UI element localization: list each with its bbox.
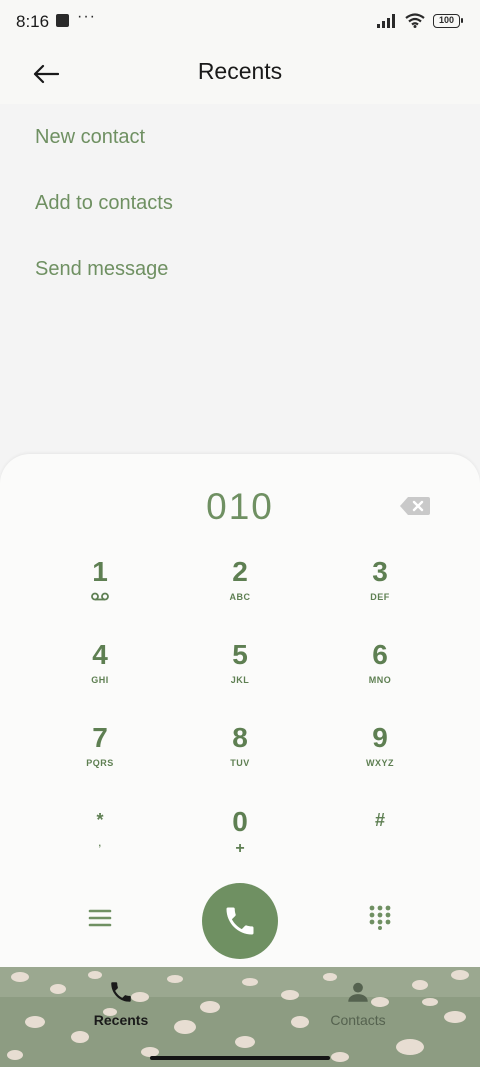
key-8[interactable]: 8 TUV <box>180 722 300 798</box>
key-3[interactable]: 3 DEF <box>320 556 440 632</box>
menu-button[interactable] <box>86 906 114 930</box>
key-0[interactable]: 0 + <box>180 806 300 882</box>
key-5[interactable]: 5 JKL <box>180 639 300 715</box>
send-message-link[interactable]: Send message <box>0 236 480 302</box>
app-header: Recents <box>0 44 480 104</box>
tab-contacts[interactable]: Contacts <box>298 979 418 1028</box>
bottom-navigation: Recents Contacts <box>0 967 480 1067</box>
status-time: 8:16 <box>16 12 50 31</box>
key-6[interactable]: 6 MNO <box>320 639 440 715</box>
backspace-icon <box>400 497 430 515</box>
key-9[interactable]: 9 WXYZ <box>320 722 440 798</box>
key-digit: 3 <box>372 556 388 587</box>
key-4[interactable]: 4 GHI <box>40 639 160 715</box>
phone-icon <box>111 982 131 1002</box>
notification-icon <box>56 14 69 27</box>
wifi-icon <box>405 13 425 28</box>
status-icons: 100 <box>377 13 463 28</box>
signal-icon <box>377 13 395 28</box>
key-digit: 0 <box>232 806 248 837</box>
voicemail-icon <box>91 592 109 601</box>
key-hash[interactable]: # <box>320 806 440 882</box>
key-digit: 5 <box>232 639 248 670</box>
phone-icon <box>226 907 254 935</box>
number-actions: New contact Add to contacts Send message <box>0 104 480 302</box>
menu-icon <box>88 909 112 927</box>
key-letters: ABC <box>229 592 251 602</box>
key-digit: 7 <box>92 722 108 753</box>
key-digit: 6 <box>372 639 388 670</box>
key-letters: MNO <box>368 675 392 685</box>
key-1[interactable]: 1 <box>40 556 160 632</box>
key-letters: JKL <box>230 675 250 685</box>
key-digit: * <box>96 810 104 830</box>
dial-pad: 010 1 2 ABC 3 DEF 4 GHI 5 JKL 6 MNO 7 PQ… <box>0 454 480 974</box>
status-bar: 8:16 ··· 100 <box>0 0 480 44</box>
tab-recents[interactable]: Recents <box>61 979 181 1028</box>
home-indicator[interactable] <box>150 1056 330 1060</box>
key-digit: 4 <box>92 639 108 670</box>
key-letters: TUV <box>230 758 250 768</box>
key-digit: 9 <box>372 722 388 753</box>
key-digit: 8 <box>232 722 248 753</box>
person-icon <box>348 982 368 1002</box>
key-letters: WXYZ <box>366 758 394 768</box>
key-letters: + <box>235 840 245 857</box>
new-contact-link[interactable]: New contact <box>0 104 480 170</box>
backspace-button[interactable] <box>399 496 431 516</box>
key-letters: PQRS <box>86 758 114 768</box>
more-notifications-icon: ··· <box>77 8 96 25</box>
key-digit: 1 <box>92 556 108 587</box>
page-title: Recents <box>197 58 283 84</box>
key-digit: 2 <box>232 556 248 587</box>
dialpad-icon <box>369 905 391 930</box>
call-button[interactable] <box>202 883 278 959</box>
key-7[interactable]: 7 PQRS <box>40 722 160 798</box>
battery-icon: 100 <box>433 13 463 28</box>
tab-label: Contacts <box>330 1012 386 1028</box>
key-2[interactable]: 2 ABC <box>180 556 300 632</box>
key-letters: , <box>98 838 102 848</box>
key-letters: GHI <box>91 675 109 685</box>
key-star[interactable]: * , <box>40 806 160 882</box>
key-digit: # <box>374 810 385 830</box>
tab-label: Recents <box>93 1012 149 1028</box>
key-letters: DEF <box>370 592 390 602</box>
add-to-contacts-link[interactable]: Add to contacts <box>0 170 480 236</box>
dialpad-toggle-button[interactable] <box>368 904 392 930</box>
